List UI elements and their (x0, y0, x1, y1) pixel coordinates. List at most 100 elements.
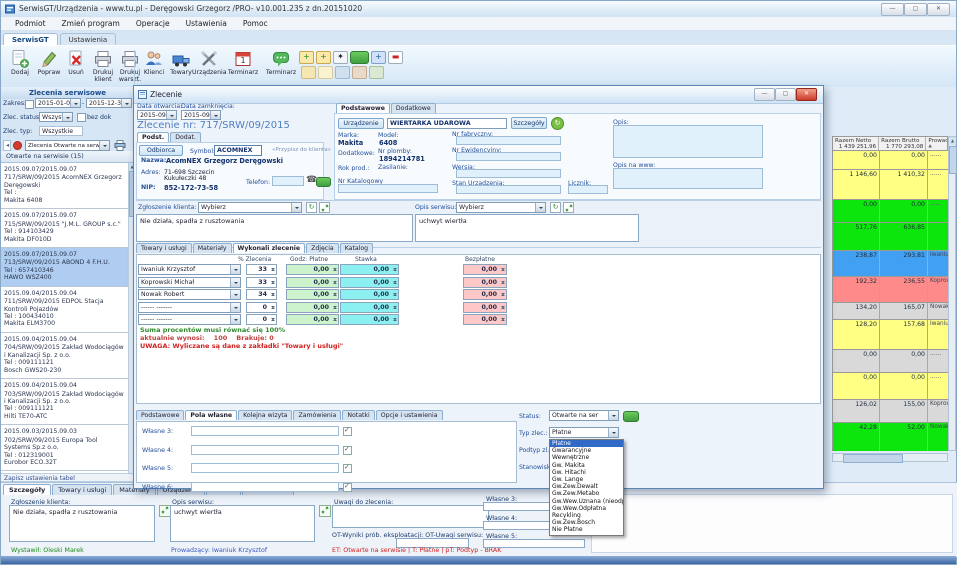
app-titlebar[interactable]: SerwisGT/Urządzenia - www.tu.pl - Deręgo… (1, 1, 956, 18)
view-filter-select[interactable]: Zlecenia Otwarte na serwisie (25, 140, 110, 151)
percent-spinner[interactable]: 33 (246, 264, 277, 275)
custom-field-input[interactable] (191, 426, 339, 436)
typ-filter-value[interactable]: Wszystkie (39, 126, 83, 136)
client-report-textarea[interactable]: Nie działa, spadła z rusztowania (136, 214, 413, 242)
recipient-button[interactable]: Odbiorca (139, 145, 183, 156)
status-filter-select[interactable]: Wszystkie (39, 112, 73, 122)
order-type-option[interactable]: Gw. Makita (550, 462, 623, 469)
ribbon-tab[interactable]: Ustawienia (60, 33, 116, 45)
refresh-icon[interactable]: ↻ (550, 202, 561, 213)
device-tab[interactable]: Podstawowe (336, 103, 390, 113)
ribbon-tab[interactable]: SerwisGT (3, 33, 58, 45)
totals-row[interactable]: 0,00 0,00 ...... (833, 373, 949, 400)
custom-field-input[interactable] (191, 463, 339, 473)
order-type-option[interactable]: Nie Płatne (550, 526, 623, 533)
close-date-picker[interactable]: 2015-09-07 (181, 110, 221, 120)
work-tab[interactable]: Wykonali zlecenie (233, 243, 306, 253)
totals-row[interactable]: 192,32 236,55 Koprows (833, 277, 949, 303)
dialog-bottom-tab[interactable]: Zamówienia (293, 410, 341, 420)
mini-icon[interactable] (369, 66, 384, 79)
percent-spinner[interactable]: 0 (246, 302, 277, 313)
free-hours-spinner[interactable]: 0,00 (463, 302, 507, 313)
dialog-bottom-tab[interactable]: Kolejna wizyta (238, 410, 292, 420)
free-hours-spinner[interactable]: 0,00 (463, 277, 507, 288)
custom-field-checkbox[interactable] (343, 427, 352, 436)
worker-select[interactable]: ------ ------- (138, 302, 241, 313)
free-hours-spinner[interactable]: 0,00 (463, 314, 507, 325)
order-type-option[interactable]: Gw.Zew.Dewalt (550, 483, 623, 490)
device-details-button[interactable]: Szczegóły (511, 117, 547, 129)
totals-row[interactable]: 126,02 155,00 Koprows (833, 400, 949, 423)
totals-row[interactable]: 517,76 636,85 (833, 223, 949, 251)
prowadzacy-column-header[interactable]: Prowad ▲ (926, 137, 947, 150)
order-list-item[interactable]: 2015.09.07/2015.09.07 713/SRW/09/2015 AB… (1, 248, 128, 287)
totals-row[interactable]: 42,28 52,00 Nowak (833, 423, 949, 451)
rate-spinner[interactable]: 0,00 (340, 289, 399, 300)
totals-row[interactable]: 0,00 0,00 ...... (833, 350, 949, 373)
counter-input[interactable] (568, 185, 608, 194)
paid-hours-spinner[interactable]: 0,00 (286, 264, 339, 275)
free-hours-spinner[interactable]: 0,00 (463, 289, 507, 300)
status-select[interactable]: Otwarte na ser (549, 410, 619, 421)
expand-icon[interactable] (319, 505, 331, 517)
paid-hours-spinner[interactable]: 0,00 (286, 314, 339, 325)
maximize-button[interactable]: ▢ (904, 3, 927, 16)
stop-icon[interactable] (13, 141, 22, 150)
custom5-input[interactable] (483, 539, 585, 548)
save-table-settings-link[interactable]: Zapisz ustawienia tabel (1, 473, 134, 482)
scroll-up-icon[interactable]: ▲ (949, 137, 956, 145)
mini-icon[interactable] (335, 66, 350, 79)
paid-hours-spinner[interactable]: 0,00 (286, 289, 339, 300)
service-desc-textarea[interactable]: uchwyt wiertła (415, 214, 639, 242)
move-icon[interactable]: ✦ (333, 51, 348, 64)
order-type-option[interactable]: Płatne (550, 440, 623, 447)
order-list-item[interactable]: 2015.09.04/2015.09.04 703/SRW/09/2015 Za… (1, 379, 128, 425)
worker-select[interactable]: Koprowski Michał (138, 277, 241, 288)
mini-icon[interactable] (352, 66, 367, 79)
dialog-minimize-button[interactable]: — (754, 88, 775, 101)
work-tab[interactable]: Zdjęcia (306, 243, 339, 253)
custom-field-checkbox[interactable] (343, 446, 352, 455)
details-tab[interactable]: Szczegóły (3, 484, 51, 495)
order-type-option[interactable]: Gw.Wew.Odpłatna (550, 505, 623, 512)
totals-row[interactable]: 0,00 0,00 ...... (833, 200, 949, 223)
dialog-bottom-tab[interactable]: Notatki (342, 410, 374, 420)
sms-icon[interactable] (623, 411, 639, 422)
percent-spinner[interactable]: 34 (246, 289, 277, 300)
sms-calendar-button[interactable]: Terminarz (264, 48, 298, 86)
mini-icon[interactable] (318, 66, 333, 79)
date-to-picker[interactable]: 2015-12-31 (86, 98, 132, 108)
description-textarea[interactable] (613, 125, 763, 158)
www-description-textarea[interactable] (613, 168, 763, 189)
close-button[interactable]: ✕ (927, 3, 950, 16)
custom-field-input[interactable] (191, 482, 339, 492)
scroll-thumb[interactable] (843, 454, 903, 463)
date-from-picker[interactable]: 2015-01-01 (35, 98, 81, 108)
dialog-titlebar[interactable]: Zlecenie — ▢ ✕ (134, 86, 823, 104)
order-list-item[interactable]: 2015.09.03/2015.09.03 702/SRW/09/2015 Eu… (1, 425, 128, 471)
totals-row[interactable]: 0,00 0,00 ...... (833, 151, 949, 170)
rate-spinner[interactable]: 0,00 (340, 277, 399, 288)
order-type-select[interactable]: Płatne (549, 427, 619, 438)
totals-header[interactable]: Razem Netto 1 439 251,96 Razem Brutto 1 … (832, 136, 948, 151)
details-tab[interactable]: Towary i usługi (52, 484, 112, 495)
totals-hscrollbar[interactable] (832, 453, 948, 462)
percent-spinner[interactable]: 33 (246, 277, 277, 288)
work-tab[interactable]: Towary i usługi (136, 243, 192, 253)
totals-row[interactable]: 238,87 293,81 Iwaniuk (833, 251, 949, 277)
worker-select[interactable]: ------ ------- (138, 314, 241, 325)
minimize-button[interactable]: — (881, 3, 904, 16)
order-type-option[interactable]: Gw.Wew.Uznana (nieodpłat (550, 498, 623, 505)
order-type-option[interactable]: Gw.Zew.Metabo (550, 490, 623, 497)
order-notes-textarea[interactable] (332, 505, 489, 528)
bez-dok-checkbox[interactable] (77, 113, 86, 122)
sms-icon[interactable] (316, 177, 331, 187)
brutto-column-header[interactable]: Razem Brutto 1 770 293,08 (879, 137, 926, 150)
order-type-option[interactable]: Gw. Hitachi (550, 469, 623, 476)
totals-row[interactable]: 134,20 165,07 Nowak (833, 303, 949, 320)
worker-select[interactable]: Nowak Robert (138, 289, 241, 300)
order-list-item[interactable]: 2015.09.04/2015.09.04 711/SRW/09/2015 ED… (1, 287, 128, 333)
remove-icon[interactable]: ▬ (388, 51, 403, 64)
sms-icon[interactable] (350, 51, 369, 64)
order-type-option[interactable]: Gw.Zew.Bosch (550, 519, 623, 526)
